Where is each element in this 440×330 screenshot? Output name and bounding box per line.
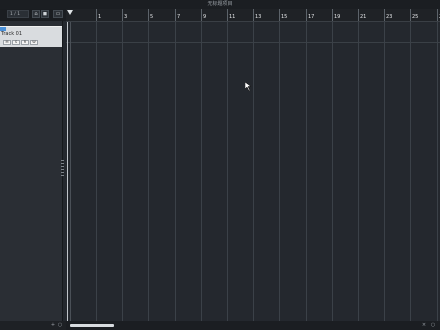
bar-grid-line <box>148 22 149 321</box>
ruler-tick <box>201 9 202 21</box>
locator-marker[interactable] <box>67 10 73 15</box>
zoom-fit-icon[interactable]: ○ <box>430 322 436 328</box>
ruler-tick <box>279 9 280 21</box>
mute-button[interactable]: M <box>3 40 11 45</box>
panel-splitter[interactable] <box>61 160 64 176</box>
ruler-bar-label: 11 <box>229 14 236 20</box>
home-icon[interactable]: ⌂ <box>32 10 40 18</box>
playhead-line[interactable] <box>67 22 68 321</box>
ruler-tick <box>96 9 97 21</box>
solo-button[interactable]: S <box>12 40 20 45</box>
bar-grid-line <box>96 22 97 321</box>
window-title: 无标题项目 <box>0 0 440 9</box>
bar-grid-line <box>70 22 71 321</box>
horizontal-scroll-thumb[interactable] <box>70 324 114 327</box>
track-list-panel: Track 01 M S R W <box>0 21 63 321</box>
ruler-bar-label: 9 <box>203 14 207 20</box>
write-button[interactable]: W <box>30 40 38 45</box>
bar-grid-line <box>410 22 411 321</box>
record-button[interactable]: R <box>21 40 29 45</box>
ruler-tick <box>410 9 411 21</box>
ruler-tick <box>437 9 438 21</box>
horizontal-scrollbar[interactable]: × ○ <box>66 321 440 330</box>
track-toolbar: 1 / 1 ⌂ ◼ ▭ <box>0 9 66 21</box>
ruler-tick <box>332 9 333 21</box>
ruler-bar-label: 23 <box>386 14 393 20</box>
ruler-bar-label: 17 <box>308 14 315 20</box>
bar-grid-line <box>175 22 176 321</box>
zoom-in-icon[interactable]: + <box>50 322 56 328</box>
ruler-bar-label: 19 <box>334 14 341 20</box>
track-list-footer: + ○ <box>0 321 66 330</box>
bar-grid-line <box>358 22 359 321</box>
bar-grid-line <box>279 22 280 321</box>
ruler-bar-label: 21 <box>360 14 367 20</box>
ruler-bar-label: 7 <box>177 14 181 20</box>
bar-grid-line <box>227 22 228 321</box>
zoom-close-icon[interactable]: × <box>421 322 427 328</box>
ruler-tick <box>358 9 359 21</box>
track-name[interactable]: Track 01 <box>1 31 22 37</box>
ruler-bar-label: 15 <box>281 14 288 20</box>
ruler-bar-label: 5 <box>150 14 154 20</box>
bar-grid-line <box>122 22 123 321</box>
track-row[interactable]: Track 01 M S R W <box>0 26 62 47</box>
bar-grid-line <box>384 22 385 321</box>
gear-icon[interactable]: ◼ <box>41 10 49 18</box>
ruler-tick <box>384 9 385 21</box>
ruler-tick <box>122 9 123 21</box>
bar-grid-line <box>437 22 438 321</box>
ruler-bar-label: 25 <box>412 14 419 20</box>
bar-grid-line <box>201 22 202 321</box>
zoom-out-icon[interactable]: ○ <box>57 322 63 328</box>
bar-grid-line <box>332 22 333 321</box>
ruler-bar-label: 13 <box>255 14 262 20</box>
ruler-tick <box>227 9 228 21</box>
ruler-bar-label: 3 <box>124 14 128 20</box>
bar-grid-line <box>306 22 307 321</box>
mouse-pointer-icon <box>245 82 252 91</box>
ruler-tick <box>175 9 176 21</box>
bar-grid-line <box>253 22 254 321</box>
timeline-ruler[interactable]: 13579111315171921232527 <box>66 9 440 22</box>
ruler-bar-label: 1 <box>98 14 102 20</box>
arrange-area[interactable] <box>66 22 440 321</box>
ruler-tick <box>148 9 149 21</box>
ruler-tick <box>306 9 307 21</box>
ruler-tick <box>253 9 254 21</box>
track-filter-field[interactable]: 1 / 1 <box>7 10 29 18</box>
folder-icon[interactable]: ▭ <box>53 10 63 18</box>
